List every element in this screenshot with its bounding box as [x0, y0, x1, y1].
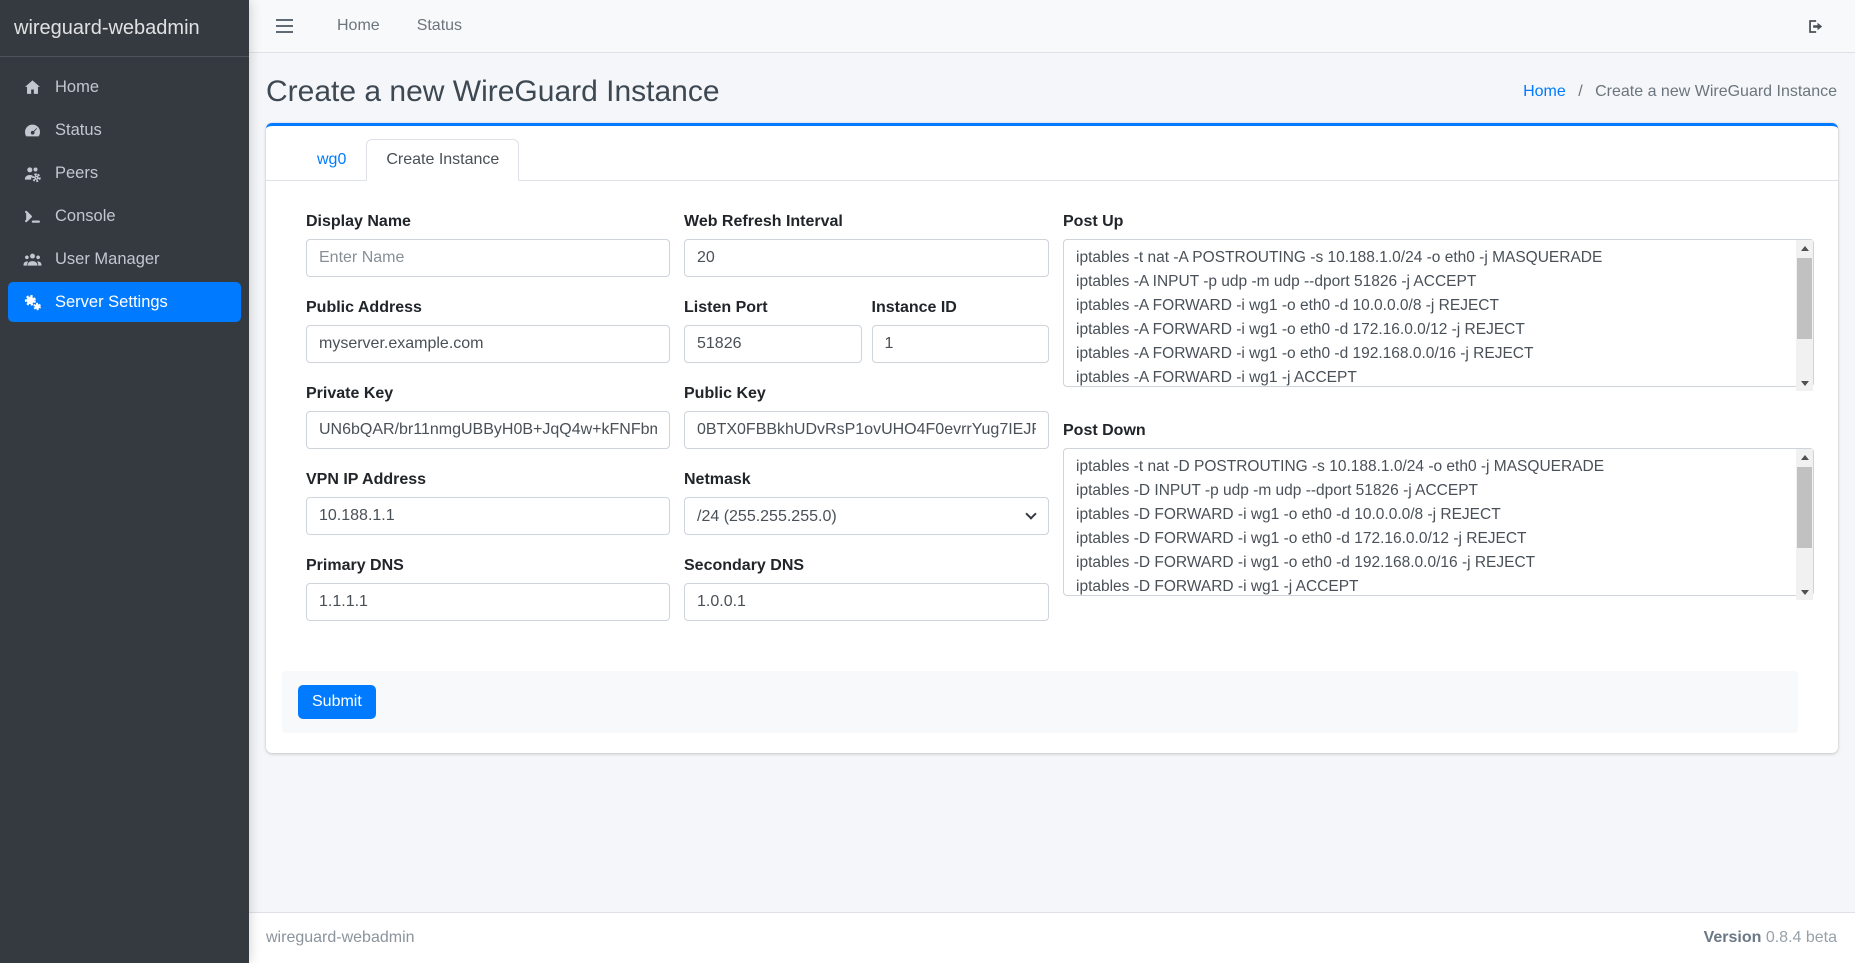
- scroll-down-arrow-icon[interactable]: [1796, 375, 1813, 391]
- cogs-icon: [20, 292, 45, 312]
- post-up-textarea[interactable]: iptables -t nat -A POSTROUTING -s 10.188…: [1063, 239, 1814, 387]
- instance-card: wg0 Create Instance Display Name Public: [266, 123, 1838, 753]
- footer-brand: wireguard-webadmin: [266, 929, 415, 947]
- public-key-input[interactable]: [684, 411, 1049, 449]
- primary-dns-input[interactable]: [306, 583, 670, 621]
- web-refresh-interval-label: Web Refresh Interval: [684, 212, 1049, 231]
- scrollbar-thumb[interactable]: [1797, 467, 1812, 548]
- netmask-label: Netmask: [684, 470, 1049, 489]
- vpn-ip-label: VPN IP Address: [306, 470, 670, 489]
- vpn-ip-input[interactable]: [306, 497, 670, 535]
- public-key-label: Public Key: [684, 384, 1049, 403]
- content-header: Create a new WireGuard Instance Home / C…: [249, 53, 1855, 123]
- scrollbar-thumb[interactable]: [1797, 258, 1812, 339]
- users-gear-icon: [20, 163, 45, 183]
- terminal-icon: [20, 206, 45, 226]
- sidebar-item-user-manager[interactable]: User Manager: [8, 239, 241, 279]
- form-footer: Submit: [282, 671, 1798, 733]
- version-label: Version: [1704, 929, 1762, 946]
- scrollbar-track[interactable]: [1796, 465, 1813, 584]
- sign-out-icon[interactable]: [1806, 17, 1825, 36]
- breadcrumb-current: Create a new WireGuard Instance: [1595, 83, 1837, 100]
- web-refresh-interval-input[interactable]: [684, 239, 1049, 277]
- tab-wg0[interactable]: wg0: [297, 139, 366, 181]
- netmask-select[interactable]: /24 (255.255.255.0): [684, 497, 1049, 535]
- top-navbar: Home Status: [249, 0, 1855, 53]
- home-icon: [20, 77, 45, 97]
- instance-tabs: wg0 Create Instance: [266, 126, 1838, 181]
- page-title: Create a new WireGuard Instance: [266, 75, 720, 109]
- secondary-dns-label: Secondary DNS: [684, 556, 1049, 575]
- version-value: 0.8.4 beta: [1766, 929, 1837, 946]
- primary-dns-label: Primary DNS: [306, 556, 670, 575]
- secondary-dns-input[interactable]: [684, 583, 1049, 621]
- public-address-label: Public Address: [306, 298, 670, 317]
- post-up-scrollbar[interactable]: [1796, 240, 1813, 391]
- breadcrumb-home-link[interactable]: Home: [1523, 83, 1566, 100]
- brand-title[interactable]: wireguard-webadmin: [0, 0, 249, 57]
- sidebar-item-label: User Manager: [55, 250, 160, 269]
- gauge-icon: [20, 120, 45, 140]
- sidebar-item-console[interactable]: Console: [8, 196, 241, 236]
- breadcrumb-separator: /: [1578, 83, 1582, 100]
- instance-form: Display Name Public Address Private Key: [266, 181, 1838, 753]
- page-footer: wireguard-webadmin Version 0.8.4 beta: [249, 912, 1855, 963]
- post-down-scrollbar[interactable]: [1796, 449, 1813, 600]
- instance-id-input[interactable]: [872, 325, 1050, 363]
- sidebar-item-status[interactable]: Status: [8, 110, 241, 150]
- scrollbar-track[interactable]: [1796, 256, 1813, 375]
- sidebar-item-label: Peers: [55, 164, 98, 183]
- instance-id-label: Instance ID: [872, 298, 1050, 317]
- display-name-input[interactable]: [306, 239, 670, 277]
- form-column-2: Web Refresh Interval Listen Port Instanc…: [684, 212, 1049, 642]
- listen-port-label: Listen Port: [684, 298, 862, 317]
- sidebar-item-server-settings[interactable]: Server Settings: [8, 282, 241, 322]
- sidebar-item-home[interactable]: Home: [8, 67, 241, 107]
- scroll-up-arrow-icon[interactable]: [1796, 449, 1813, 465]
- post-down-label: Post Down: [1063, 421, 1814, 440]
- breadcrumb: Home / Create a new WireGuard Instance: [1523, 83, 1837, 101]
- footer-version: Version 0.8.4 beta: [1704, 929, 1837, 947]
- sidebar-item-label: Home: [55, 78, 99, 97]
- submit-button[interactable]: Submit: [298, 685, 376, 719]
- users-icon: [20, 249, 45, 269]
- menu-toggle-icon[interactable]: [276, 19, 293, 33]
- tab-create-instance[interactable]: Create Instance: [366, 139, 519, 181]
- main-column: Home Status Create a new WireGuard Insta…: [249, 0, 1855, 963]
- navbar-link-home[interactable]: Home: [337, 17, 380, 35]
- scroll-up-arrow-icon[interactable]: [1796, 240, 1813, 256]
- private-key-input[interactable]: [306, 411, 670, 449]
- display-name-label: Display Name: [306, 212, 670, 231]
- sidebar-item-label: Server Settings: [55, 293, 168, 312]
- sidebar-nav: Home Status Peers Console: [0, 57, 249, 335]
- listen-port-input[interactable]: [684, 325, 862, 363]
- sidebar-item-label: Console: [55, 207, 116, 226]
- navbar-link-status[interactable]: Status: [417, 17, 462, 35]
- post-up-label: Post Up: [1063, 212, 1814, 231]
- sidebar: wireguard-webadmin Home Status Peers: [0, 0, 249, 963]
- form-column-1: Display Name Public Address Private Key: [306, 212, 670, 642]
- content-area: wg0 Create Instance Display Name Public: [249, 123, 1855, 912]
- sidebar-item-label: Status: [55, 121, 102, 140]
- app-root: wireguard-webadmin Home Status Peers: [0, 0, 1855, 963]
- private-key-label: Private Key: [306, 384, 670, 403]
- post-down-textarea[interactable]: iptables -t nat -D POSTROUTING -s 10.188…: [1063, 448, 1814, 596]
- public-address-input[interactable]: [306, 325, 670, 363]
- form-column-3: Post Up iptables -t nat -A POSTROUTING -…: [1063, 212, 1814, 642]
- scroll-down-arrow-icon[interactable]: [1796, 584, 1813, 600]
- sidebar-item-peers[interactable]: Peers: [8, 153, 241, 193]
